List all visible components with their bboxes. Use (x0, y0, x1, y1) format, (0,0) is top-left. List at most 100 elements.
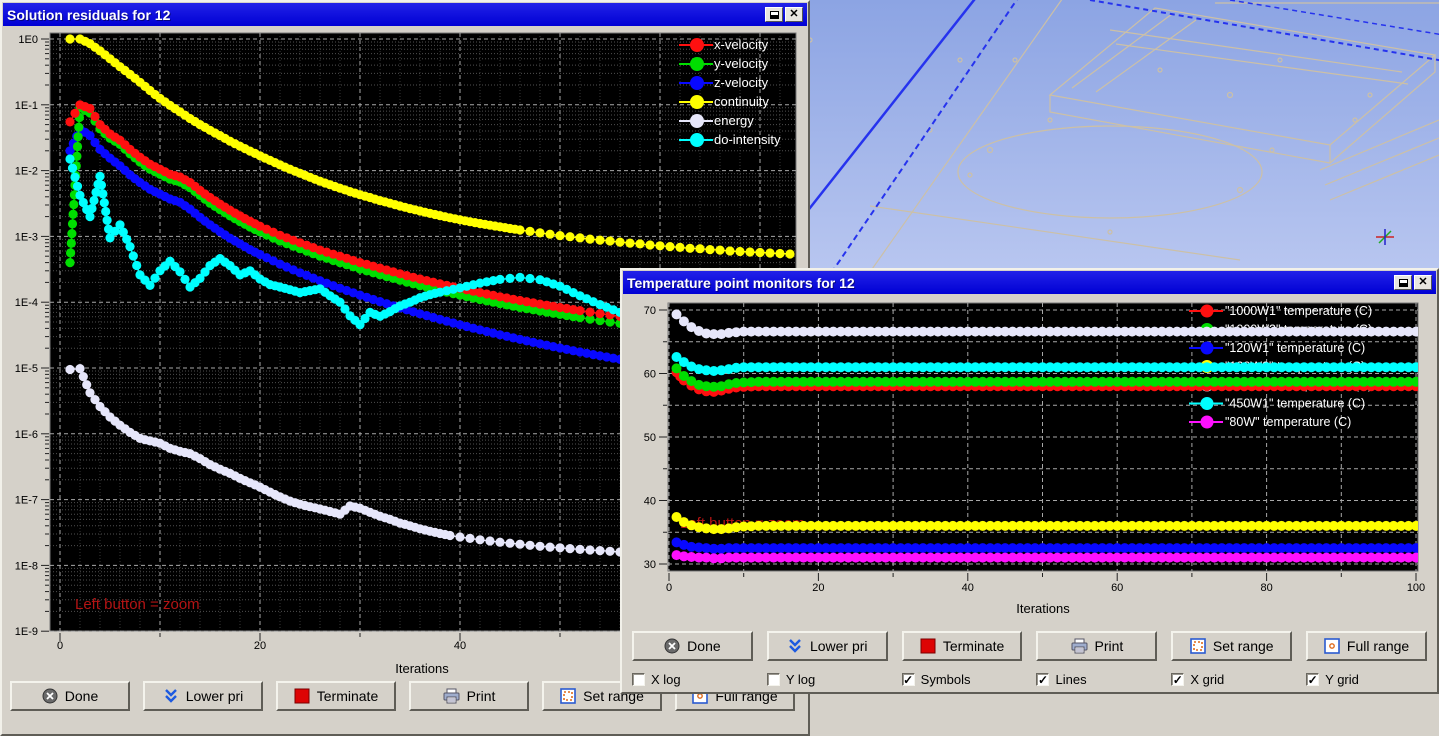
data-point (515, 273, 524, 282)
data-point (595, 546, 604, 555)
data-point (595, 309, 604, 318)
close-icon: ✕ (789, 9, 798, 20)
temperature-lower-pri-button[interactable]: Lower pri (767, 631, 888, 661)
close-button[interactable]: ✕ (785, 7, 803, 22)
temperature-checkbox-y-grid[interactable]: ✓Y grid (1306, 672, 1427, 687)
legend-marker (690, 57, 704, 71)
checkbox-checked-icon: ✓ (902, 673, 915, 686)
button-label: Done (65, 688, 98, 704)
temperature-set-range-button[interactable]: Set range (1171, 631, 1292, 661)
data-point (525, 274, 534, 283)
close-button[interactable]: ✕ (1414, 275, 1432, 290)
legend-marker (690, 133, 704, 147)
legend-marker (690, 114, 704, 128)
checkbox-label: Y log (786, 672, 815, 687)
data-point (555, 543, 564, 552)
data-point (65, 365, 74, 374)
done-icon (42, 688, 58, 704)
minimize-button[interactable] (1394, 275, 1412, 290)
data-point (465, 534, 474, 543)
data-point (1411, 362, 1421, 372)
data-point (101, 207, 110, 216)
window-title: Temperature point monitors for 12 (627, 275, 1392, 291)
data-point (125, 242, 134, 251)
button-label: Terminate (943, 638, 1004, 654)
button-label: Print (467, 688, 496, 704)
data-point (725, 246, 734, 255)
temperature-checkbox-x-grid[interactable]: ✓X grid (1171, 672, 1292, 687)
data-point (535, 228, 544, 237)
svg-text:1E-7: 1E-7 (15, 495, 38, 507)
temperature-full-range-button[interactable]: Full range (1306, 631, 1427, 661)
data-point (103, 216, 112, 225)
residuals-print-button[interactable]: Print (409, 681, 529, 711)
temperature-checkbox-lines[interactable]: ✓ Lines (1036, 672, 1157, 687)
checkbox-checked-icon: ✓ (1036, 673, 1049, 686)
checkbox-unchecked-icon (767, 673, 780, 686)
data-point (67, 239, 76, 248)
svg-text:1E0: 1E0 (18, 34, 38, 46)
data-point (100, 198, 109, 207)
button-label: Lower pri (810, 638, 868, 654)
data-point (665, 242, 674, 251)
title-bar[interactable]: Temperature point monitors for 12 ✕ (623, 271, 1436, 294)
temperature-terminate-button[interactable]: Terminate (902, 631, 1023, 661)
data-point (87, 204, 96, 213)
temperature-print-button[interactable]: Print (1036, 631, 1157, 661)
temperature-done-button[interactable]: Done (632, 631, 753, 661)
terminate-icon (294, 688, 310, 704)
temperature-checkbox-symbols[interactable]: ✓Symbols (902, 672, 1023, 687)
data-point (565, 232, 574, 241)
data-point (73, 142, 82, 151)
temperature-checkbox-y-log[interactable]: Y log (767, 672, 888, 687)
temperature-chart[interactable]: 7060504030020406080100Iterations"1000W1"… (622, 295, 1437, 629)
button-label: Set range (1213, 638, 1274, 654)
checkbox-checked-icon: ✓ (1306, 673, 1319, 686)
data-point (715, 246, 724, 255)
temperature-checkbox-x-log[interactable]: X log (632, 672, 753, 687)
data-point (775, 249, 784, 258)
data-point (645, 240, 654, 249)
data-point (65, 258, 74, 267)
data-point (755, 248, 764, 257)
legend-marker (690, 95, 704, 109)
data-point (525, 227, 534, 236)
data-point (98, 189, 107, 198)
data-point (545, 230, 554, 239)
legend-label: continuity (714, 94, 769, 109)
data-point (485, 536, 494, 545)
print-icon (443, 688, 460, 704)
legend-label: "80W" temperature (C) (1225, 415, 1351, 429)
data-point (785, 249, 794, 258)
x-axis-label: Iterations (395, 661, 449, 676)
data-point (180, 275, 189, 284)
data-point (97, 181, 106, 190)
svg-text:1E-1: 1E-1 (15, 100, 38, 112)
minimize-icon (1399, 279, 1408, 287)
legend-marker (1201, 416, 1214, 429)
data-point (66, 248, 75, 257)
minimize-button[interactable] (765, 7, 783, 22)
button-label: Full range (1347, 638, 1409, 654)
data-point (65, 154, 74, 163)
data-point (85, 212, 94, 221)
residuals-lower-pri-button[interactable]: Lower pri (143, 681, 263, 711)
data-point (74, 132, 83, 141)
legend-label: "450W1" temperature (C) (1225, 397, 1365, 411)
3d-viewport[interactable] (810, 0, 1439, 270)
data-point (695, 244, 704, 253)
data-point (495, 275, 504, 284)
data-point (73, 182, 82, 191)
data-point (132, 261, 141, 270)
residuals-done-button[interactable]: Done (10, 681, 130, 711)
legend-label: z-velocity (714, 75, 769, 90)
data-point (565, 544, 574, 553)
data-point (455, 532, 464, 541)
residuals-terminate-button[interactable]: Terminate (276, 681, 396, 711)
data-point (545, 543, 554, 552)
zoom-hint-text: Left button = zoom (75, 596, 200, 613)
checkbox-label: Lines (1055, 672, 1086, 687)
data-point (95, 172, 104, 181)
svg-text:80: 80 (1260, 582, 1272, 594)
title-bar[interactable]: Solution residuals for 12 ✕ (3, 3, 807, 26)
